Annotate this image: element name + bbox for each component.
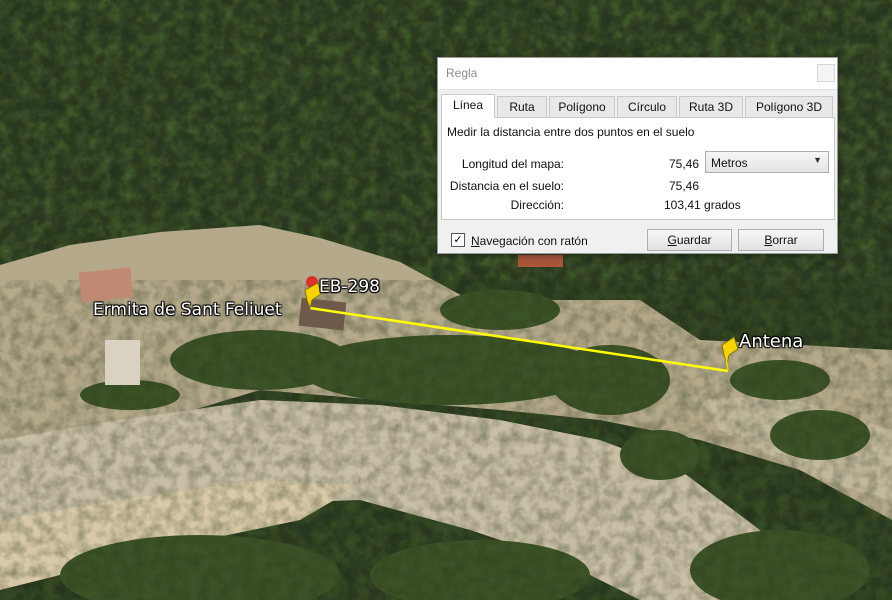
map-length-label: Longitud del mapa:	[461, 157, 564, 171]
tab-ruta[interactable]: Ruta	[497, 96, 547, 117]
mouse-navigation-label: Navegación con ratón	[471, 234, 588, 248]
close-button[interactable]	[817, 64, 835, 82]
tab-linea[interactable]: Línea	[441, 94, 495, 118]
dialog-title: Regla	[446, 66, 478, 80]
clear-button[interactable]: Borrar	[738, 229, 824, 251]
map-label-eb-298[interactable]: EB-298	[319, 277, 380, 297]
unit-select-value: Metros	[711, 156, 748, 170]
save-button[interactable]: Guardar	[647, 229, 732, 251]
ground-distance-value: 75,46	[668, 179, 699, 193]
heading-label: Dirección:	[510, 198, 564, 212]
red-roof	[518, 255, 563, 267]
building-roof	[298, 297, 347, 331]
heading-value: 103,41 grados	[664, 198, 741, 212]
wall-structure	[105, 340, 140, 385]
tab-circulo[interactable]: Círculo	[617, 96, 677, 117]
map-length-value: 75,46	[668, 157, 699, 171]
chevron-down-icon: ▼	[813, 155, 822, 165]
measure-panel: Medir la distancia entre dos puntos en e…	[441, 117, 835, 220]
tab-ruta-3d[interactable]: Ruta 3D	[679, 96, 743, 117]
tab-bar: Línea Ruta Polígono Círculo Ruta 3D Polí…	[441, 94, 835, 118]
ground-distance-label: Distancia en el suelo:	[449, 179, 564, 193]
dialog-titlebar[interactable]: Regla	[438, 58, 837, 90]
tab-poligono[interactable]: Polígono	[549, 96, 615, 117]
map-label-antena[interactable]: Antena	[739, 331, 803, 352]
tab-poligono-3d[interactable]: Polígono 3D	[745, 96, 833, 117]
mouse-navigation-checkbox[interactable]: ✓	[451, 233, 465, 247]
red-court	[78, 267, 134, 303]
unit-select[interactable]: Metros ▼	[705, 151, 829, 173]
ruler-dialog: Regla Línea Ruta Polígono Círculo Ruta 3…	[437, 57, 838, 254]
panel-description: Medir la distancia entre dos puntos en e…	[447, 125, 695, 139]
map-label-ermita[interactable]: Ermita de Sant Feliuet	[93, 300, 282, 320]
